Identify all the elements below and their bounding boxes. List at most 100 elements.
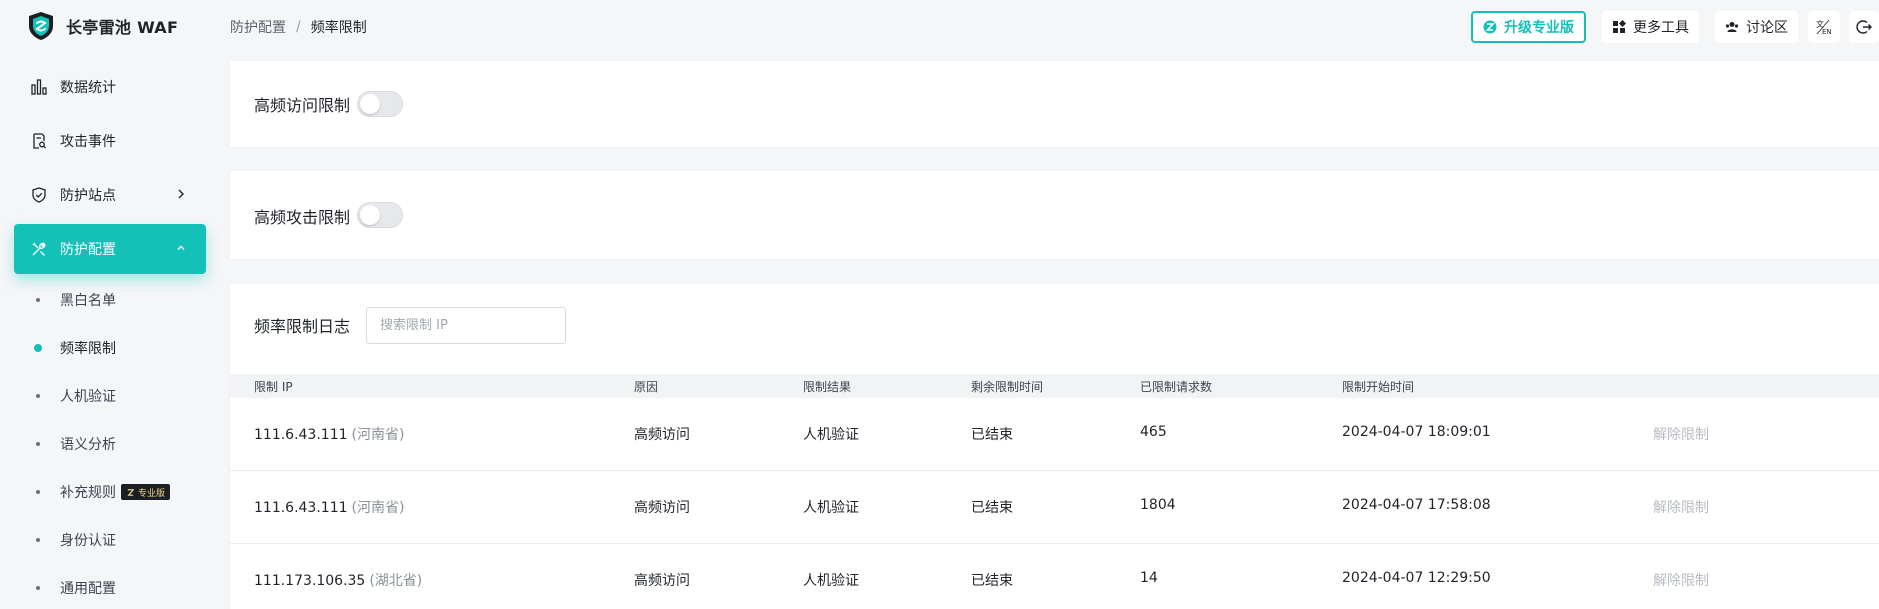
tools-icon: [30, 240, 48, 258]
language-icon: 文EN: [1816, 19, 1832, 36]
ip-text: 111.173.106.35: [254, 573, 366, 589]
cell-reason: 高频访问: [634, 427, 690, 443]
sidebar-subitem-label: 语义分析: [60, 437, 116, 453]
high-freq-attack-label: 高频攻击限制: [254, 208, 351, 227]
cell-start-time: 2024-04-07 17:58:08: [1342, 497, 1491, 513]
table-row: 111.173.106.35 (湖北省) 高频访问 人机验证 已结束 14 202…: [230, 544, 1879, 609]
cell-remaining: 已结束: [971, 500, 1013, 516]
high-freq-access-label: 高频访问限制: [254, 96, 351, 115]
cell-ip: 111.173.106.35 (湖北省): [254, 570, 422, 590]
sidebar-item-statistics[interactable]: 数据统计: [14, 62, 206, 112]
bullet-dot-icon: [36, 298, 40, 302]
cell-result: 人机验证: [803, 427, 859, 443]
high-freq-access-card: 高频访问限制: [230, 61, 1879, 147]
sidebar-subitem-label: 身份认证: [60, 533, 116, 549]
bullet-dot-icon: [36, 442, 40, 446]
cell-start-time: 2024-04-07 12:29:50: [1342, 570, 1491, 586]
sidebar-item-label: 防护站点: [60, 188, 116, 204]
document-search-icon: [30, 132, 48, 150]
column-header-start-time: 限制开始时间: [1342, 380, 1415, 394]
logout-button[interactable]: [1849, 11, 1879, 43]
breadcrumb-separator: /: [296, 19, 301, 35]
chevron-up-icon: [177, 245, 185, 250]
column-header-count: 已限制请求数: [1140, 380, 1213, 394]
bullet-dot-icon: [36, 586, 40, 590]
cell-reason: 高频访问: [634, 500, 690, 516]
sidebar-subitem-label: 人机验证: [60, 389, 116, 405]
sidebar-subitem-label: 频率限制: [60, 341, 116, 357]
pro-logo-icon: [127, 488, 135, 496]
search-ip-input[interactable]: [366, 307, 566, 344]
cell-ip: 111.6.43.111 (河南省): [254, 424, 404, 444]
breadcrumb-parent[interactable]: 防护配置: [230, 17, 286, 37]
bullet-dot-icon: [36, 394, 40, 398]
cell-result: 人机验证: [803, 573, 859, 589]
cell-remaining: 已结束: [971, 427, 1013, 443]
column-header-ip: 限制 IP: [254, 380, 293, 394]
table-row: 111.6.43.111 (河南省) 高频访问 人机验证 已结束 1804 202…: [230, 471, 1879, 544]
upgrade-pro-label: 升级专业版: [1504, 20, 1574, 36]
safeline-logo-icon: [29, 12, 53, 40]
sidebar-item-attack-events[interactable]: 攻击事件: [14, 116, 206, 166]
sidebar-item-protection-config[interactable]: 防护配置: [14, 224, 206, 274]
cell-remaining: 已结束: [971, 573, 1013, 589]
bullet-dot-icon: [34, 344, 42, 352]
toggle-knob: [360, 205, 380, 225]
cell-reason: 高频访问: [634, 573, 690, 589]
cell-count: 14: [1140, 570, 1158, 586]
ip-region: (河南省): [351, 500, 405, 516]
sidebar-subitem-captcha[interactable]: 人机验证: [14, 376, 206, 416]
upgrade-pro-button[interactable]: 升级专业版: [1471, 11, 1586, 43]
column-header-remaining: 剩余限制时间: [971, 380, 1044, 394]
sidebar-subitem-label: 黑白名单: [60, 293, 116, 309]
unban-button[interactable]: 解除限制: [1653, 570, 1709, 590]
high-freq-access-toggle[interactable]: [357, 91, 403, 117]
ip-region: (湖北省): [369, 573, 423, 589]
forum-label: 讨论区: [1746, 20, 1788, 36]
cell-count: 465: [1140, 424, 1167, 440]
sidebar-subitem-authentication[interactable]: 身份认证: [14, 520, 206, 560]
sidebar-subitem-rate-limit[interactable]: 频率限制: [14, 328, 206, 368]
app-title: 长亭雷池 WAF: [66, 18, 179, 37]
shield-icon: [30, 186, 48, 204]
bullet-dot-icon: [36, 490, 40, 494]
chevron-right-icon: [178, 189, 184, 199]
high-freq-attack-card: 高频攻击限制: [230, 171, 1879, 259]
sidebar-subitem-blacklist[interactable]: 黑白名单: [14, 280, 206, 320]
users-icon: [1725, 22, 1739, 32]
pro-badge-label: 专业版: [138, 488, 166, 499]
sidebar-item-label: 数据统计: [60, 80, 116, 96]
breadcrumb-current: 频率限制: [310, 20, 367, 36]
logout-icon: [1856, 20, 1872, 34]
sidebar-subitem-custom-rules[interactable]: 补充规则 专业版: [14, 472, 206, 512]
cell-start-time: 2024-04-07 18:09:01: [1342, 424, 1491, 440]
pro-badge: 专业版: [121, 484, 171, 500]
cell-result: 人机验证: [803, 500, 859, 516]
ip-region: (河南省): [351, 427, 405, 443]
column-header-reason: 原因: [634, 380, 659, 394]
ip-text: 111.6.43.111: [254, 427, 348, 443]
sidebar-subitem-general-config[interactable]: 通用配置: [14, 568, 206, 608]
rate-limit-log-card: 频率限制日志 限制 IP 原因 限制结果 剩余限制时间 已限制请求数 限制开始时…: [230, 284, 1879, 609]
more-tools-label: 更多工具: [1633, 20, 1689, 36]
sidebar-subitem-semantic-analysis[interactable]: 语义分析: [14, 424, 206, 464]
apps-grid-icon: [1613, 20, 1626, 33]
high-freq-attack-toggle[interactable]: [357, 202, 403, 228]
language-switch-button[interactable]: 文 EN: [1808, 11, 1840, 43]
column-header-result: 限制结果: [803, 380, 852, 394]
bar-chart-icon: [30, 78, 48, 96]
pro-logo-icon: [1483, 20, 1497, 34]
unban-button[interactable]: 解除限制: [1653, 424, 1709, 444]
table-row: 111.6.43.111 (河南省) 高频访问 人机验证 已结束 465 2024…: [230, 398, 1879, 471]
sidebar-subitem-label: 补充规则: [60, 485, 116, 501]
sidebar-item-protected-sites[interactable]: 防护站点: [14, 170, 206, 220]
cell-count: 1804: [1140, 497, 1176, 513]
brand[interactable]: 长亭雷池 WAF: [26, 11, 178, 41]
sidebar-subitem-label: 通用配置: [60, 581, 116, 597]
unban-button[interactable]: 解除限制: [1653, 497, 1709, 517]
forum-button[interactable]: 讨论区: [1715, 11, 1798, 43]
table-header: 限制 IP 原因 限制结果 剩余限制时间 已限制请求数 限制开始时间: [230, 374, 1879, 398]
more-tools-button[interactable]: 更多工具: [1602, 11, 1699, 43]
toggle-knob: [360, 94, 380, 114]
svg-text:EN: EN: [1822, 28, 1832, 36]
